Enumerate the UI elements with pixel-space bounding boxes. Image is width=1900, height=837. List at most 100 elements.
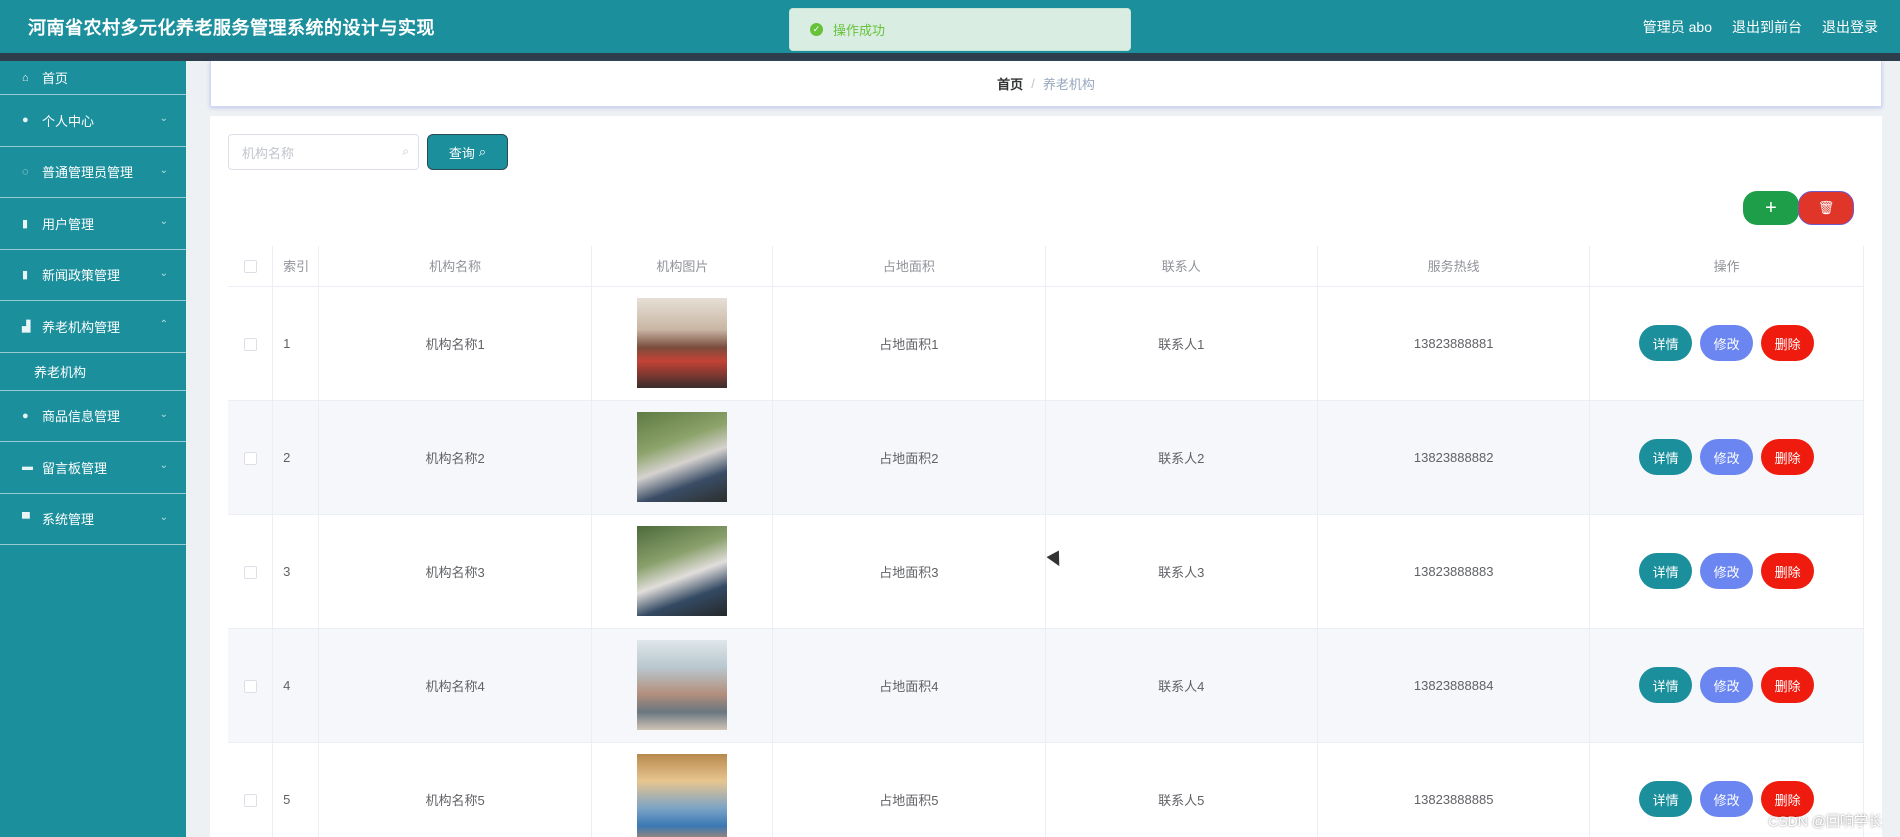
sidebar-subitem-institution[interactable]: 养老机构: [0, 353, 186, 391]
sidebar-item-label: 用户管理: [42, 216, 95, 232]
sidebar-item-admin-management[interactable]: ◌ 普通管理员管理 ⌄: [0, 147, 186, 198]
cell-contact: 联系人3: [1045, 514, 1318, 629]
sidebar-item-label: 新闻政策管理: [42, 268, 121, 284]
institution-name-search-input[interactable]: 机构名称 ⌕: [228, 134, 419, 170]
row-checkbox[interactable]: [243, 451, 257, 465]
query-button-label: 查询: [448, 145, 475, 161]
header-divider: [0, 53, 1900, 61]
detail-button[interactable]: 详情: [1639, 553, 1693, 589]
column-header-image: 机构图片: [591, 246, 774, 287]
detail-button[interactable]: 详情: [1639, 781, 1693, 817]
breadcrumb-home[interactable]: 首页: [997, 74, 1023, 93]
system-title: 河南省农村多元化养老服务管理系统的设计与实现: [28, 18, 435, 38]
row-checkbox[interactable]: [243, 337, 257, 351]
institution-photo: [637, 754, 728, 837]
cell-index: 1: [272, 286, 319, 401]
cell-image: [591, 514, 774, 629]
cell-image: [591, 286, 774, 401]
sidebar-item-product-info[interactable]: ● 商品信息管理 ⌄: [0, 391, 186, 442]
cell-contact: 联系人4: [1045, 628, 1318, 743]
row-select-cell[interactable]: [228, 286, 274, 401]
admin-user-label[interactable]: 管理员 abo: [1643, 17, 1712, 37]
select-all-checkbox[interactable]: [243, 260, 257, 274]
query-button[interactable]: 查询 ⌕: [427, 134, 508, 170]
table-row: 1 机构名称1 占地面积1 联系人1 13823888881 详情 修改 删除: [228, 286, 1864, 401]
cell-phone: 13823888881: [1317, 286, 1591, 401]
plus-icon: +: [1765, 196, 1777, 219]
exit-to-frontend-link[interactable]: 退出到前台: [1732, 17, 1802, 37]
cell-phone: 13823888882: [1317, 400, 1591, 515]
stamp-icon: ▀: [22, 512, 30, 525]
check-circle-icon: ✓: [810, 23, 823, 36]
user-icon: ●: [22, 409, 29, 422]
chevron-down-icon: ⌄: [159, 511, 168, 523]
row-checkbox[interactable]: [243, 793, 257, 807]
edit-button[interactable]: 修改: [1700, 439, 1754, 475]
chevron-down-icon: ⌄: [159, 216, 168, 227]
row-select-cell[interactable]: [228, 514, 274, 629]
column-header-contact: 联系人: [1045, 246, 1318, 287]
cell-actions: 详情 修改 删除: [1589, 628, 1864, 743]
table-header-row: 索引 机构名称 机构图片 占地面积 联系人 服务热线 操作: [228, 246, 1864, 287]
sidebar-item-message-board[interactable]: ▬ 留言板管理 ⌄: [0, 442, 186, 494]
sidebar-item-label: 商品信息管理: [42, 409, 121, 425]
edit-button[interactable]: 修改: [1700, 325, 1754, 361]
chart-icon: ▟: [22, 320, 31, 333]
column-header-phone: 服务热线: [1317, 246, 1591, 287]
cell-name: 机构名称1: [318, 286, 593, 401]
edit-button[interactable]: 修改: [1700, 667, 1754, 703]
cell-name: 机构名称2: [318, 400, 593, 515]
cell-name: 机构名称3: [318, 514, 593, 629]
edit-button[interactable]: 修改: [1700, 781, 1754, 817]
toast-message: 操作成功: [833, 23, 886, 38]
sidebar-item-label: 系统管理: [42, 512, 95, 528]
column-header-index: 索引: [272, 246, 319, 287]
trash-icon: 🗑: [1817, 200, 1835, 215]
sidebar-item-system-management[interactable]: ▀ 系统管理 ⌄: [0, 494, 186, 545]
clipboard-icon: ▮: [22, 217, 29, 230]
row-select-cell[interactable]: [228, 628, 274, 743]
chevron-down-icon: ⌄: [159, 113, 168, 124]
sidebar-item-news-policy[interactable]: ▮ 新闻政策管理 ⌄: [0, 250, 186, 301]
detail-button[interactable]: 详情: [1639, 667, 1693, 703]
sidebar-item-label: 首页: [42, 71, 69, 86]
cell-index: 2: [272, 400, 319, 515]
table-row: 2 机构名称2 占地面积2 联系人2 13823888882 详情 修改 删除: [228, 400, 1864, 515]
institution-photo: [637, 640, 728, 730]
cell-name: 机构名称4: [318, 628, 593, 743]
column-header-area: 占地面积: [772, 246, 1046, 287]
detail-button[interactable]: 详情: [1639, 439, 1693, 475]
cell-area: 占地面积1: [772, 286, 1046, 401]
table-row: 4 机构名称4 占地面积4 联系人4 13823888884 详情 修改 删除: [228, 628, 1864, 743]
cell-name: 机构名称5: [318, 742, 593, 837]
sidebar-item-user-management[interactable]: ▮ 用户管理 ⌄: [0, 198, 186, 250]
institution-photo: [637, 298, 728, 388]
batch-delete-button[interactable]: 🗑: [1798, 191, 1854, 225]
add-button[interactable]: +: [1743, 191, 1799, 225]
cell-area: 占地面积5: [772, 742, 1046, 837]
sidebar-subitem-label: 养老机构: [34, 364, 87, 380]
delete-button[interactable]: 删除: [1761, 439, 1815, 475]
row-select-cell[interactable]: [228, 400, 274, 515]
cell-area: 占地面积3: [772, 514, 1046, 629]
sidebar-item-institution-management[interactable]: ▟ 养老机构管理 ⌃: [0, 301, 186, 353]
sidebar-item-home[interactable]: ⌂ 首页: [0, 61, 186, 95]
delete-button[interactable]: 删除: [1761, 667, 1815, 703]
delete-button[interactable]: 删除: [1761, 553, 1815, 589]
column-header-actions: 操作: [1589, 246, 1864, 287]
cell-contact: 联系人5: [1045, 742, 1318, 837]
row-select-cell[interactable]: [228, 742, 274, 837]
sidebar-item-personal-center[interactable]: ● 个人中心 ⌄: [0, 95, 186, 147]
row-checkbox[interactable]: [243, 565, 257, 579]
delete-button[interactable]: 删除: [1761, 325, 1815, 361]
row-checkbox[interactable]: [243, 679, 257, 693]
logout-link[interactable]: 退出登录: [1822, 17, 1878, 37]
search-placeholder: 机构名称: [242, 145, 295, 161]
institution-photo: [637, 526, 728, 616]
breadcrumb-separator: /: [1031, 76, 1035, 91]
detail-button[interactable]: 详情: [1639, 325, 1693, 361]
search-icon: ⌕: [478, 144, 487, 159]
table-row: 3 机构名称3 占地面积3 联系人3 13823888883 详情 修改 删除: [228, 514, 1864, 629]
edit-button[interactable]: 修改: [1700, 553, 1754, 589]
select-all-cell[interactable]: [228, 246, 274, 287]
